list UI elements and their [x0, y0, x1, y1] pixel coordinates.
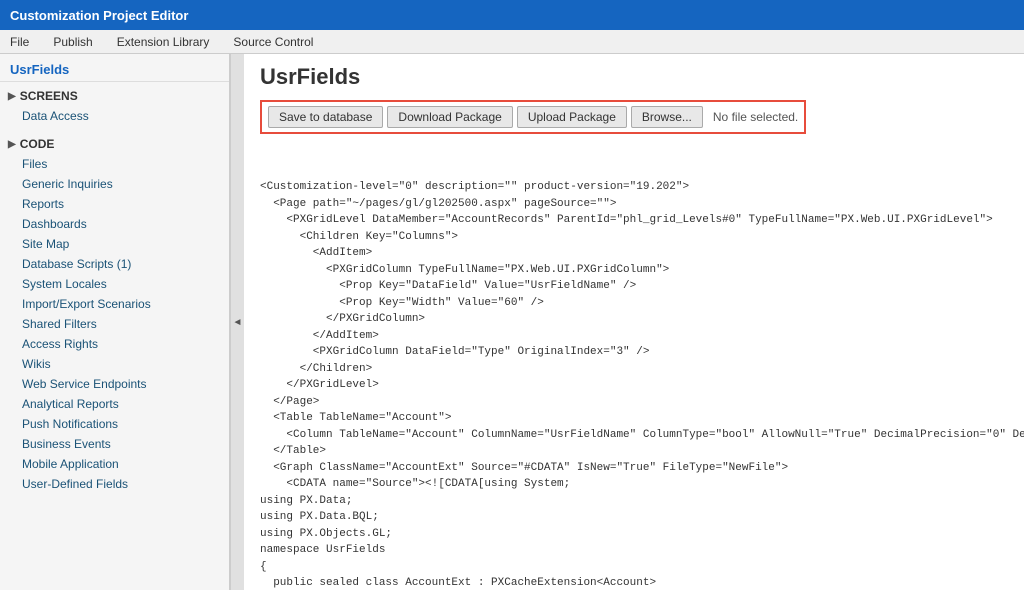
sidebar-item-mobile-application[interactable]: Mobile Application [0, 454, 229, 474]
sidebar-item-files[interactable]: Files [0, 154, 229, 174]
code-line: </PXGridLevel> [260, 377, 1008, 394]
code-line: <Table TableName="Account"> [260, 410, 1008, 427]
toolbar: Save to database Download Package Upload… [260, 100, 806, 134]
sidebar-section-screens-header[interactable]: ▶ SCREENS [0, 86, 229, 106]
sidebar-item-import-export-scenarios[interactable]: Import/Export Scenarios [0, 294, 229, 314]
code-line: <Prop Key="DataField" Value="UsrFieldNam… [260, 278, 1008, 295]
sidebar-item-system-locales[interactable]: System Locales [0, 274, 229, 294]
sidebar-item-web-service-endpoints[interactable]: Web Service Endpoints [0, 374, 229, 394]
code-line: namespace UsrFields [260, 542, 1008, 559]
upload-package-button[interactable]: Upload Package [517, 106, 627, 128]
code-line: <Prop Key="Width" Value="60" /> [260, 295, 1008, 312]
sidebar-section-code: ▶ CODE FilesGeneric InquiriesReportsDash… [0, 130, 229, 498]
screens-section-label: SCREENS [20, 89, 78, 103]
code-line: <Children Key="Columns"> [260, 229, 1008, 246]
browse-button[interactable]: Browse... [631, 106, 703, 128]
code-line: <Customization-level="0" description="" … [260, 179, 1008, 196]
sidebar-item-generic-inquiries[interactable]: Generic Inquiries [0, 174, 229, 194]
code-line: </Children> [260, 361, 1008, 378]
code-line: using PX.Data; [260, 493, 1008, 510]
code-sidebar-items: FilesGeneric InquiriesReportsDashboardsS… [0, 154, 229, 494]
menu-file[interactable]: File [6, 33, 33, 51]
code-line: public sealed class AccountExt : PXCache… [260, 575, 1008, 590]
code-line: <Graph ClassName="AccountExt" Source="#C… [260, 460, 1008, 477]
sidebar-item-data-access[interactable]: Data Access [0, 106, 229, 126]
sidebar-section-code-header[interactable]: ▶ CODE [0, 134, 229, 154]
title-bar: Customization Project Editor [0, 0, 1024, 30]
code-arrow-icon: ▶ [8, 139, 16, 150]
code-area: <Customization-level="0" description="" … [260, 142, 1008, 590]
code-line: </PXGridColumn> [260, 311, 1008, 328]
menu-publish[interactable]: Publish [49, 33, 96, 51]
code-line: <PXGridColumn DataField="Type" OriginalI… [260, 344, 1008, 361]
screens-arrow-icon: ▶ [8, 91, 16, 102]
content-area: UsrFields Save to database Download Pack… [244, 54, 1024, 590]
code-line: <Page path="~/pages/gl/gl202500.aspx" pa… [260, 196, 1008, 213]
title-text: Customization Project Editor [10, 8, 188, 23]
sidebar-item-access-rights[interactable]: Access Rights [0, 334, 229, 354]
sidebar-item-reports[interactable]: Reports [0, 194, 229, 214]
collapse-icon: ◄ [233, 317, 243, 328]
code-line: <Column TableName="Account" ColumnName="… [260, 427, 1008, 444]
menu-bar: File Publish Extension Library Source Co… [0, 30, 1024, 54]
sidebar-item-analytical-reports[interactable]: Analytical Reports [0, 394, 229, 414]
main-layout: UsrFields ▶ SCREENS Data Access ▶ CODE F… [0, 54, 1024, 590]
sidebar-item-user-defined-fields[interactable]: User-Defined Fields [0, 474, 229, 494]
sidebar-item-wikis[interactable]: Wikis [0, 354, 229, 374]
collapse-sidebar-handle[interactable]: ◄ [230, 54, 244, 590]
code-line: <AddItem> [260, 245, 1008, 262]
sidebar-item-business-events[interactable]: Business Events [0, 434, 229, 454]
sidebar-item-database-scripts[interactable]: Database Scripts (1) [0, 254, 229, 274]
sidebar-title: UsrFields [0, 54, 229, 82]
sidebar: UsrFields ▶ SCREENS Data Access ▶ CODE F… [0, 54, 230, 590]
save-to-database-button[interactable]: Save to database [268, 106, 383, 128]
code-line: { [260, 559, 1008, 576]
menu-extension-library[interactable]: Extension Library [113, 33, 214, 51]
sidebar-item-site-map[interactable]: Site Map [0, 234, 229, 254]
sidebar-section-screens: ▶ SCREENS Data Access [0, 82, 229, 130]
code-line: </Page> [260, 394, 1008, 411]
code-line: <CDATA name="Source"><![CDATA[using Syst… [260, 476, 1008, 493]
sidebar-item-shared-filters[interactable]: Shared Filters [0, 314, 229, 334]
sidebar-item-dashboards[interactable]: Dashboards [0, 214, 229, 234]
download-package-button[interactable]: Download Package [387, 106, 512, 128]
code-line: using PX.Objects.GL; [260, 526, 1008, 543]
code-section-label: CODE [20, 137, 55, 151]
menu-source-control[interactable]: Source Control [229, 33, 317, 51]
code-line: </Table> [260, 443, 1008, 460]
code-line: <PXGridLevel DataMember="AccountRecords"… [260, 212, 1008, 229]
page-title: UsrFields [260, 64, 1008, 90]
sidebar-item-push-notifications[interactable]: Push Notifications [0, 414, 229, 434]
code-line: <PXGridColumn TypeFullName="PX.Web.UI.PX… [260, 262, 1008, 279]
code-line: using PX.Data.BQL; [260, 509, 1008, 526]
no-file-selected-text: No file selected. [713, 110, 798, 124]
code-line: </AddItem> [260, 328, 1008, 345]
